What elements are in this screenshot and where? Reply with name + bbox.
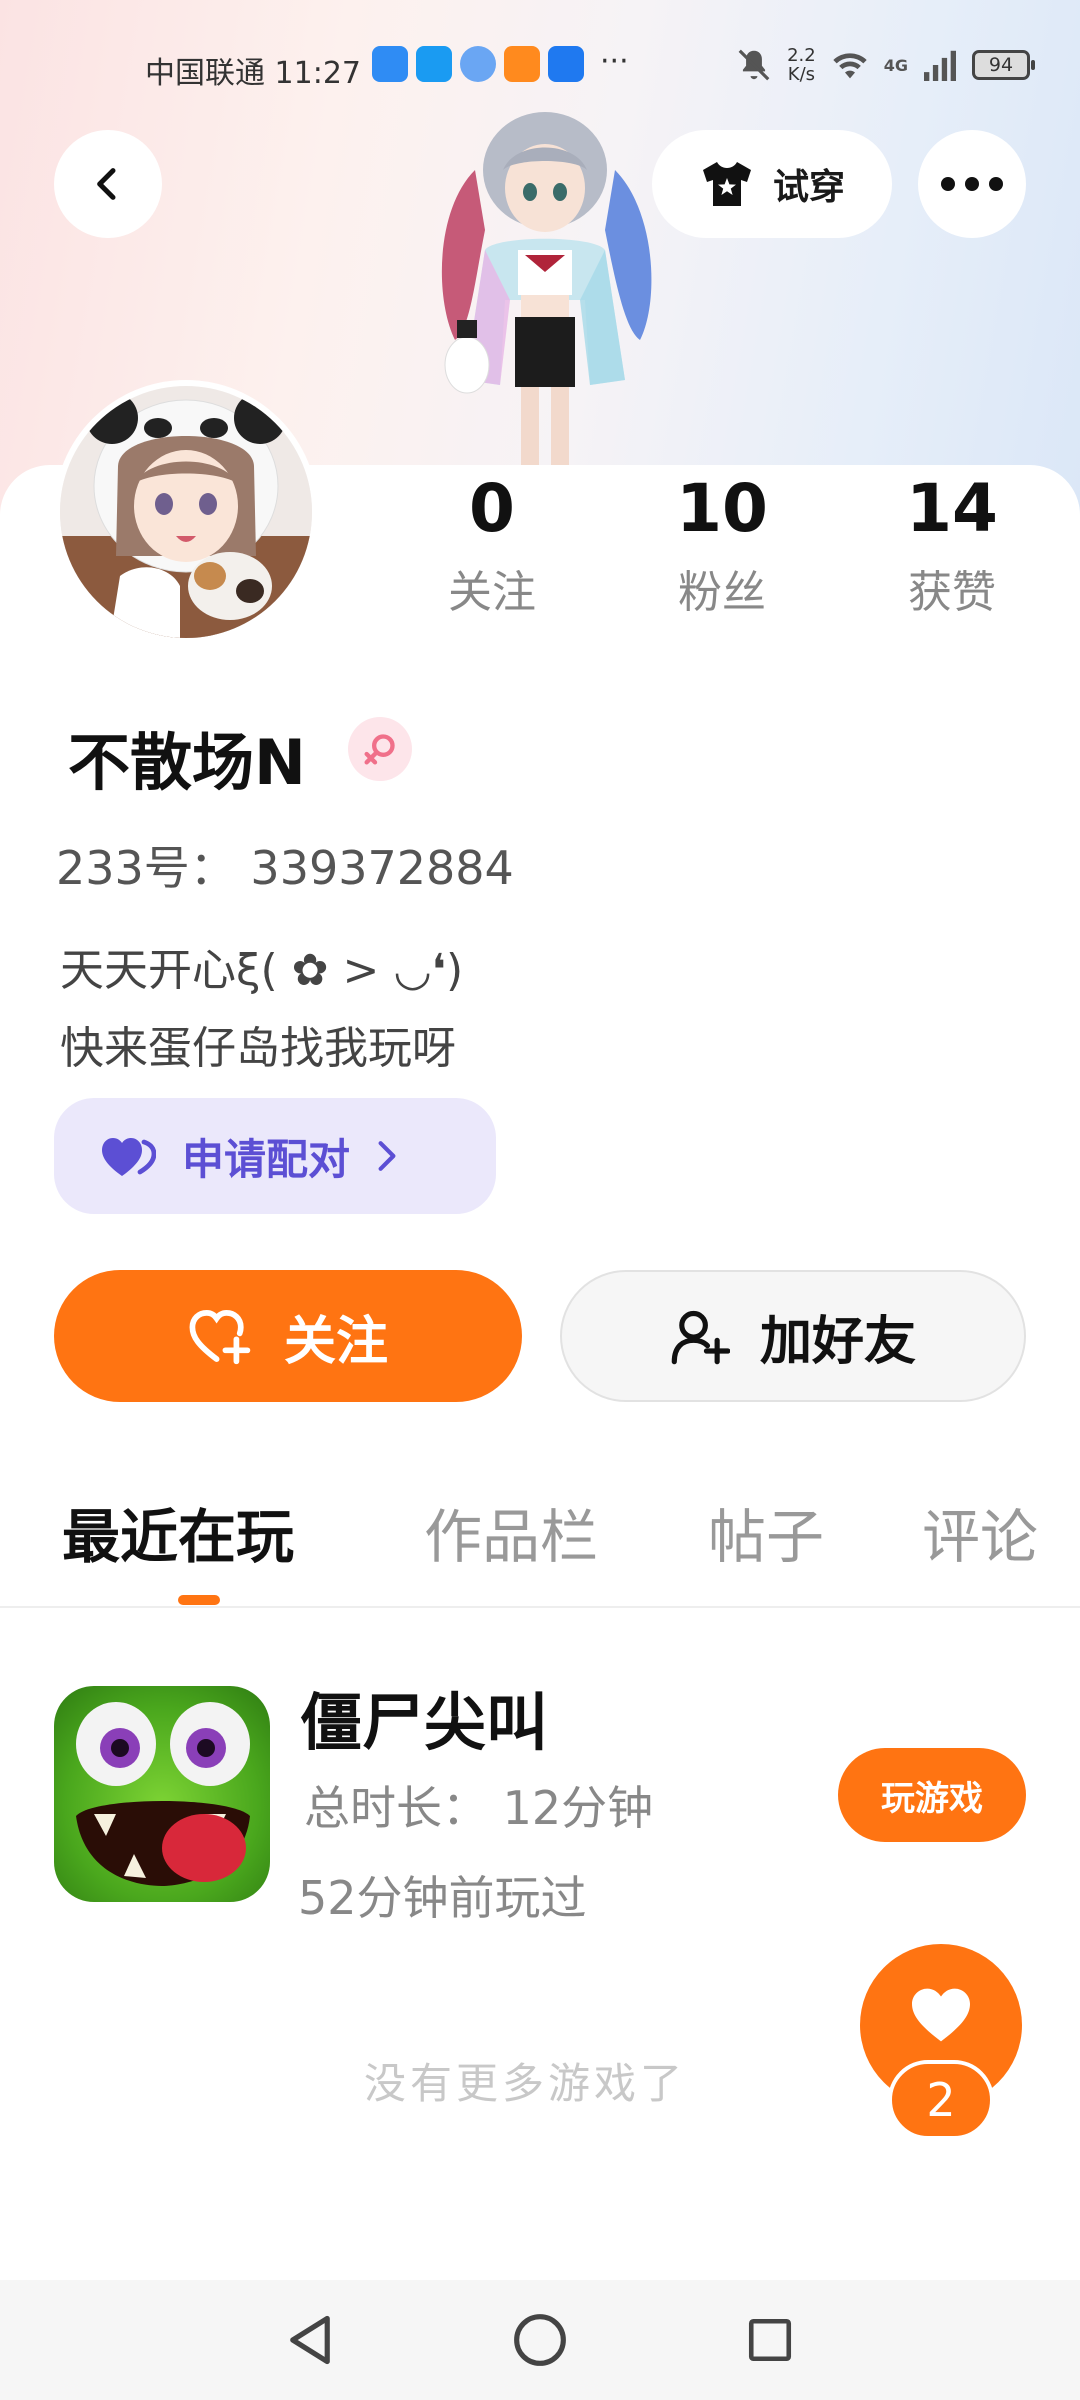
status-bar: 中国联通 11:27 ··· 2.2 K/s 4G 94 xyxy=(0,40,1080,92)
avatar-3d-figure xyxy=(441,112,652,470)
double-heart-icon xyxy=(102,1138,156,1176)
bio: 天天开心ξ( ✿ > ◡❛) 快来蛋仔岛找我玩呀 xyxy=(60,932,463,1088)
net-speed-value: 2.2 xyxy=(787,45,816,66)
content-tabs: 最近在玩 作品栏 帖子 评论 xyxy=(0,1490,1080,1610)
more-dots-icon xyxy=(941,177,1003,191)
browser-app-icon xyxy=(416,46,452,82)
pair-label: 申请配对 xyxy=(182,1134,351,1184)
stat-value: 10 xyxy=(676,470,768,547)
tab-recent-play[interactable]: 最近在玩 xyxy=(62,1490,294,1574)
tryon-label: 试穿 xyxy=(772,167,845,208)
status-carrier-time: 中国联通 11:27 xyxy=(145,48,361,92)
chevron-right-icon xyxy=(378,1141,396,1171)
nav-recents-button[interactable] xyxy=(732,2302,808,2378)
heart-plus-icon xyxy=(189,1310,251,1365)
user-id[interactable]: 233号： 339372884 xyxy=(56,832,514,898)
username: 不散场N xyxy=(68,726,306,799)
system-navigation-bar xyxy=(0,2280,1080,2400)
bio-line: 天天开心ξ( ✿ > ◡❛) xyxy=(60,945,464,996)
status-time: 11:27 xyxy=(274,56,362,91)
add-friend-label: 加好友 xyxy=(759,1311,916,1372)
tab-works[interactable]: 作品栏 xyxy=(424,1490,598,1574)
network-type: 4G xyxy=(883,55,908,75)
wifi-icon xyxy=(833,53,867,79)
video-app-icon xyxy=(504,46,540,82)
follow-button[interactable]: 关注 xyxy=(54,1270,522,1402)
game-last-played: 52分钟前玩过 xyxy=(298,1871,587,1925)
zombie-face-icon xyxy=(76,1702,250,1886)
notification-icons xyxy=(372,46,584,82)
gender-badge xyxy=(348,717,412,781)
square-recents-icon xyxy=(748,2318,792,2362)
triangle-back-icon xyxy=(290,2315,330,2365)
add-friend-button[interactable]: 加好友 xyxy=(560,1270,1026,1402)
game-duration: 总时长： 12分钟 xyxy=(304,1781,654,1835)
back-button[interactable] xyxy=(54,130,162,238)
heart-icon xyxy=(912,1988,970,2042)
carrier-name: 中国联通 xyxy=(145,56,265,91)
mute-bell-icon xyxy=(738,49,770,81)
stat-label: 获赞 xyxy=(908,567,996,618)
net-speed-unit: K/s xyxy=(787,64,816,85)
stat-followers[interactable]: 10 粉丝 xyxy=(622,470,822,620)
music-app-icon xyxy=(460,46,496,82)
tabs-divider xyxy=(0,1606,1080,1608)
avatar-illustration xyxy=(60,386,312,638)
nav-back-button[interactable] xyxy=(272,2302,348,2378)
request-pair-button[interactable]: 申请配对 xyxy=(54,1098,496,1214)
nav-home-button[interactable] xyxy=(502,2302,578,2378)
follow-label: 关注 xyxy=(283,1311,388,1372)
tab-comments[interactable]: 评论 xyxy=(922,1490,1038,1574)
status-right: 2.2 K/s 4G 94 xyxy=(735,46,1035,84)
play-game-button[interactable]: 玩游戏 xyxy=(838,1748,1026,1842)
chevron-left-icon xyxy=(97,168,116,200)
like-count-badge: 2 xyxy=(888,2060,994,2140)
avatar-image xyxy=(60,386,312,638)
stat-label: 粉丝 xyxy=(678,567,766,618)
stat-likes[interactable]: 14 获赞 xyxy=(852,470,1052,620)
stat-value: 0 xyxy=(469,470,515,547)
avatar[interactable] xyxy=(54,380,318,644)
battery-indicator: 94 xyxy=(972,50,1035,80)
stat-label: 关注 xyxy=(448,567,536,618)
female-symbol-icon xyxy=(364,734,395,765)
tips-app-icon xyxy=(548,46,584,82)
add-person-icon xyxy=(671,1310,730,1365)
weather-app-icon xyxy=(372,46,408,82)
stat-value: 14 xyxy=(906,470,998,547)
circle-home-icon xyxy=(514,2314,566,2366)
network-speed: 2.2 K/s xyxy=(787,46,816,84)
game-icon[interactable] xyxy=(54,1686,270,1902)
bio-line: 快来蛋仔岛找我玩呀 xyxy=(60,1023,456,1074)
tab-posts[interactable]: 帖子 xyxy=(708,1490,824,1574)
tshirt-icon xyxy=(702,162,751,206)
game-title: 僵尸尖叫 xyxy=(300,1686,549,1759)
active-tab-indicator xyxy=(178,1595,220,1605)
stat-following[interactable]: 0 关注 xyxy=(392,470,592,620)
more-notifications-icon: ··· xyxy=(600,44,629,79)
tryon-button[interactable]: 试穿 xyxy=(652,130,892,238)
more-options-button[interactable] xyxy=(918,130,1026,238)
signal-icon xyxy=(924,50,956,81)
